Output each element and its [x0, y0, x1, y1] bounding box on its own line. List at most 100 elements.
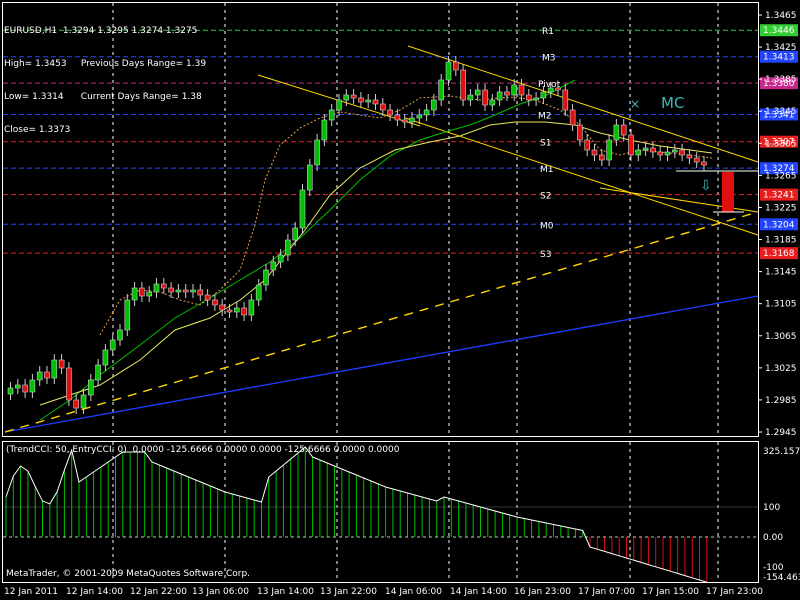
candle-body	[146, 291, 152, 297]
candle-body	[15, 384, 21, 389]
mc-annotation: MC	[661, 94, 685, 112]
price-tag: 1.3168	[763, 249, 795, 259]
price-axis-label: 1.3105	[765, 300, 797, 310]
candle-body	[504, 91, 510, 96]
candle-body	[66, 367, 72, 401]
price-axis-label: 1.3465	[765, 11, 797, 21]
time-axis-label: 13 Jan 14:00	[257, 587, 314, 597]
candle-body	[555, 87, 561, 91]
time-axis-label: 12 Jan 22:00	[130, 587, 187, 597]
candle-body	[438, 79, 445, 101]
price-axis-label: 1.3185	[765, 236, 797, 246]
candle-body	[416, 114, 423, 119]
candle-body	[36, 371, 43, 381]
indicator-axis-label: -154.463	[763, 573, 800, 583]
price-axis-label: 1.3425	[765, 43, 797, 53]
candle-body	[212, 299, 218, 306]
price-axis-label: 1.3385	[765, 75, 797, 85]
candle-body	[525, 94, 532, 101]
candle-body	[423, 109, 430, 116]
candle-body	[533, 97, 539, 101]
time-axis-label: 12 Jan 2011	[4, 587, 58, 597]
pivot-label-m2: M2	[538, 111, 552, 121]
pivot-label-s3: S3	[540, 250, 551, 260]
candle-body	[379, 103, 386, 111]
down-arrow-icon: ⇩	[700, 178, 712, 194]
time-axis-label: 13 Jan 22:00	[320, 587, 377, 597]
pivot-label-s1: S1	[540, 139, 551, 149]
price-tag: 1.3413	[763, 53, 795, 63]
prev-range: Previous Days Range= 1.39	[80, 59, 207, 69]
candle-body	[358, 97, 364, 103]
candle-body	[701, 161, 707, 166]
candle-body	[219, 304, 225, 311]
candle-body	[635, 149, 642, 156]
candle-body	[511, 84, 518, 96]
candle-body	[292, 227, 299, 241]
candle-body	[234, 307, 240, 313]
candle-body	[693, 157, 700, 163]
candle-body	[58, 359, 65, 369]
pivot-label-s2: S2	[540, 192, 551, 202]
candle-body	[584, 139, 591, 151]
price-axis-label: 1.3065	[765, 332, 797, 342]
candle-body	[175, 289, 182, 293]
candle-body	[44, 371, 50, 379]
candle-body	[321, 119, 328, 141]
indicator-axis-label: 325.1572	[763, 447, 800, 457]
candle-body	[365, 99, 372, 103]
pivot-label-m0: M0	[540, 221, 554, 231]
ohlc-header: 1.3294 1.3295 1.3274 1.3275	[62, 26, 198, 36]
candle-body	[350, 94, 357, 99]
candle-body	[80, 394, 87, 409]
candle-body	[102, 349, 109, 366]
candle-body	[496, 91, 503, 101]
low-value: Low= 1.3314	[4, 92, 64, 102]
candle-body	[650, 147, 656, 153]
candle-body	[540, 91, 547, 99]
candle-body	[109, 339, 116, 351]
candle-body	[182, 289, 189, 293]
candle-body	[263, 269, 269, 286]
candle-body	[241, 307, 247, 316]
time-axis-label: 13 Jan 06:00	[192, 587, 249, 597]
candle-body	[591, 149, 598, 156]
copyright-text: MetaTrader, © 2001-2009 MetaQuotes Softw…	[6, 569, 251, 579]
candle-body	[460, 69, 466, 101]
price-axis-label: 1.3145	[765, 268, 797, 278]
price-axis-label: 1.3025	[765, 364, 797, 374]
candle-body	[394, 114, 401, 121]
price-tag: 1.3241	[763, 191, 795, 201]
candle-body	[620, 124, 627, 136]
indicator-axis-label: -100	[763, 563, 784, 573]
candle-body	[139, 287, 145, 297]
info-panel: EURUSD,H1 1.3294 1.3295 1.3274 1.3275 Hi…	[4, 4, 206, 147]
candle-body	[204, 294, 211, 301]
indicator-axis-label: 0.00	[763, 533, 783, 543]
time-axis-label: 17 Jan 07:00	[578, 587, 635, 597]
time-axis-label: 14 Jan 14:00	[450, 587, 507, 597]
candle-body	[569, 109, 576, 126]
price-tag: 1.3446	[763, 26, 795, 36]
candle-body	[671, 149, 678, 153]
candle-body	[299, 189, 306, 229]
price-axis-label: 1.2945	[765, 428, 797, 438]
pivot-label-r1: R1	[542, 27, 554, 37]
candle-body	[124, 299, 131, 331]
candle-body	[7, 387, 14, 395]
candle-body	[445, 61, 452, 81]
candle-body	[613, 124, 620, 141]
price-tag: 1.3204	[763, 220, 795, 230]
candle-body	[306, 164, 313, 191]
candle-body	[679, 149, 685, 156]
candle-body	[226, 309, 233, 313]
candle-body	[29, 379, 36, 393]
time-axis-label: 17 Jan 15:00	[642, 587, 699, 597]
time-axis-label: 12 Jan 14:00	[66, 587, 123, 597]
price-axis-label: 1.3265	[765, 171, 797, 181]
time-axis-label: 16 Jan 23:00	[514, 587, 571, 597]
time-axis-label: 17 Jan 23:00	[706, 587, 763, 597]
candle-body	[153, 283, 160, 293]
candle-body	[387, 109, 393, 116]
candle-body	[467, 94, 474, 101]
